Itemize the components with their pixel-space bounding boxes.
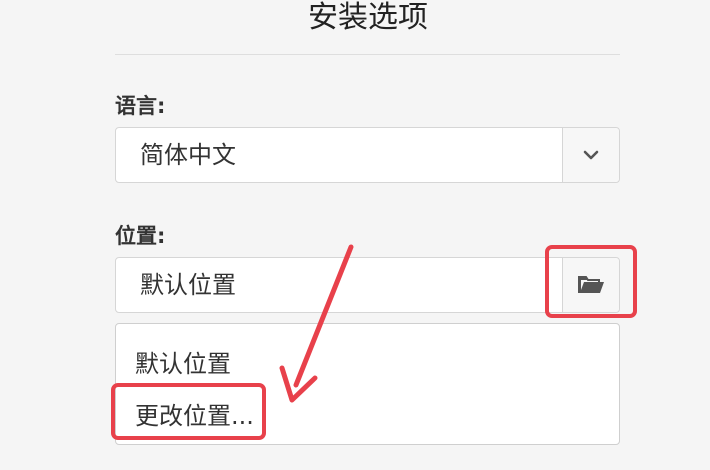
- language-label: 语言:: [115, 94, 166, 118]
- language-select[interactable]: 简体中文: [115, 127, 620, 183]
- change-location-highlight: [111, 383, 266, 440]
- page-title: 安装选项: [308, 0, 428, 35]
- install-options-panel: 安装选项 语言: 简体中文 位置: 默认位置 默认位置 更改位置...: [0, 0, 710, 470]
- location-option-default[interactable]: 默认位置: [135, 344, 231, 379]
- title-divider: [115, 54, 620, 55]
- location-label: 位置:: [115, 224, 166, 248]
- language-dropdown-button[interactable]: [562, 128, 619, 182]
- language-selected-value: 简体中文: [140, 141, 236, 169]
- folder-button-highlight: [545, 245, 637, 318]
- location-selected-value: 默认位置: [140, 271, 236, 299]
- chevron-down-icon: [582, 149, 600, 161]
